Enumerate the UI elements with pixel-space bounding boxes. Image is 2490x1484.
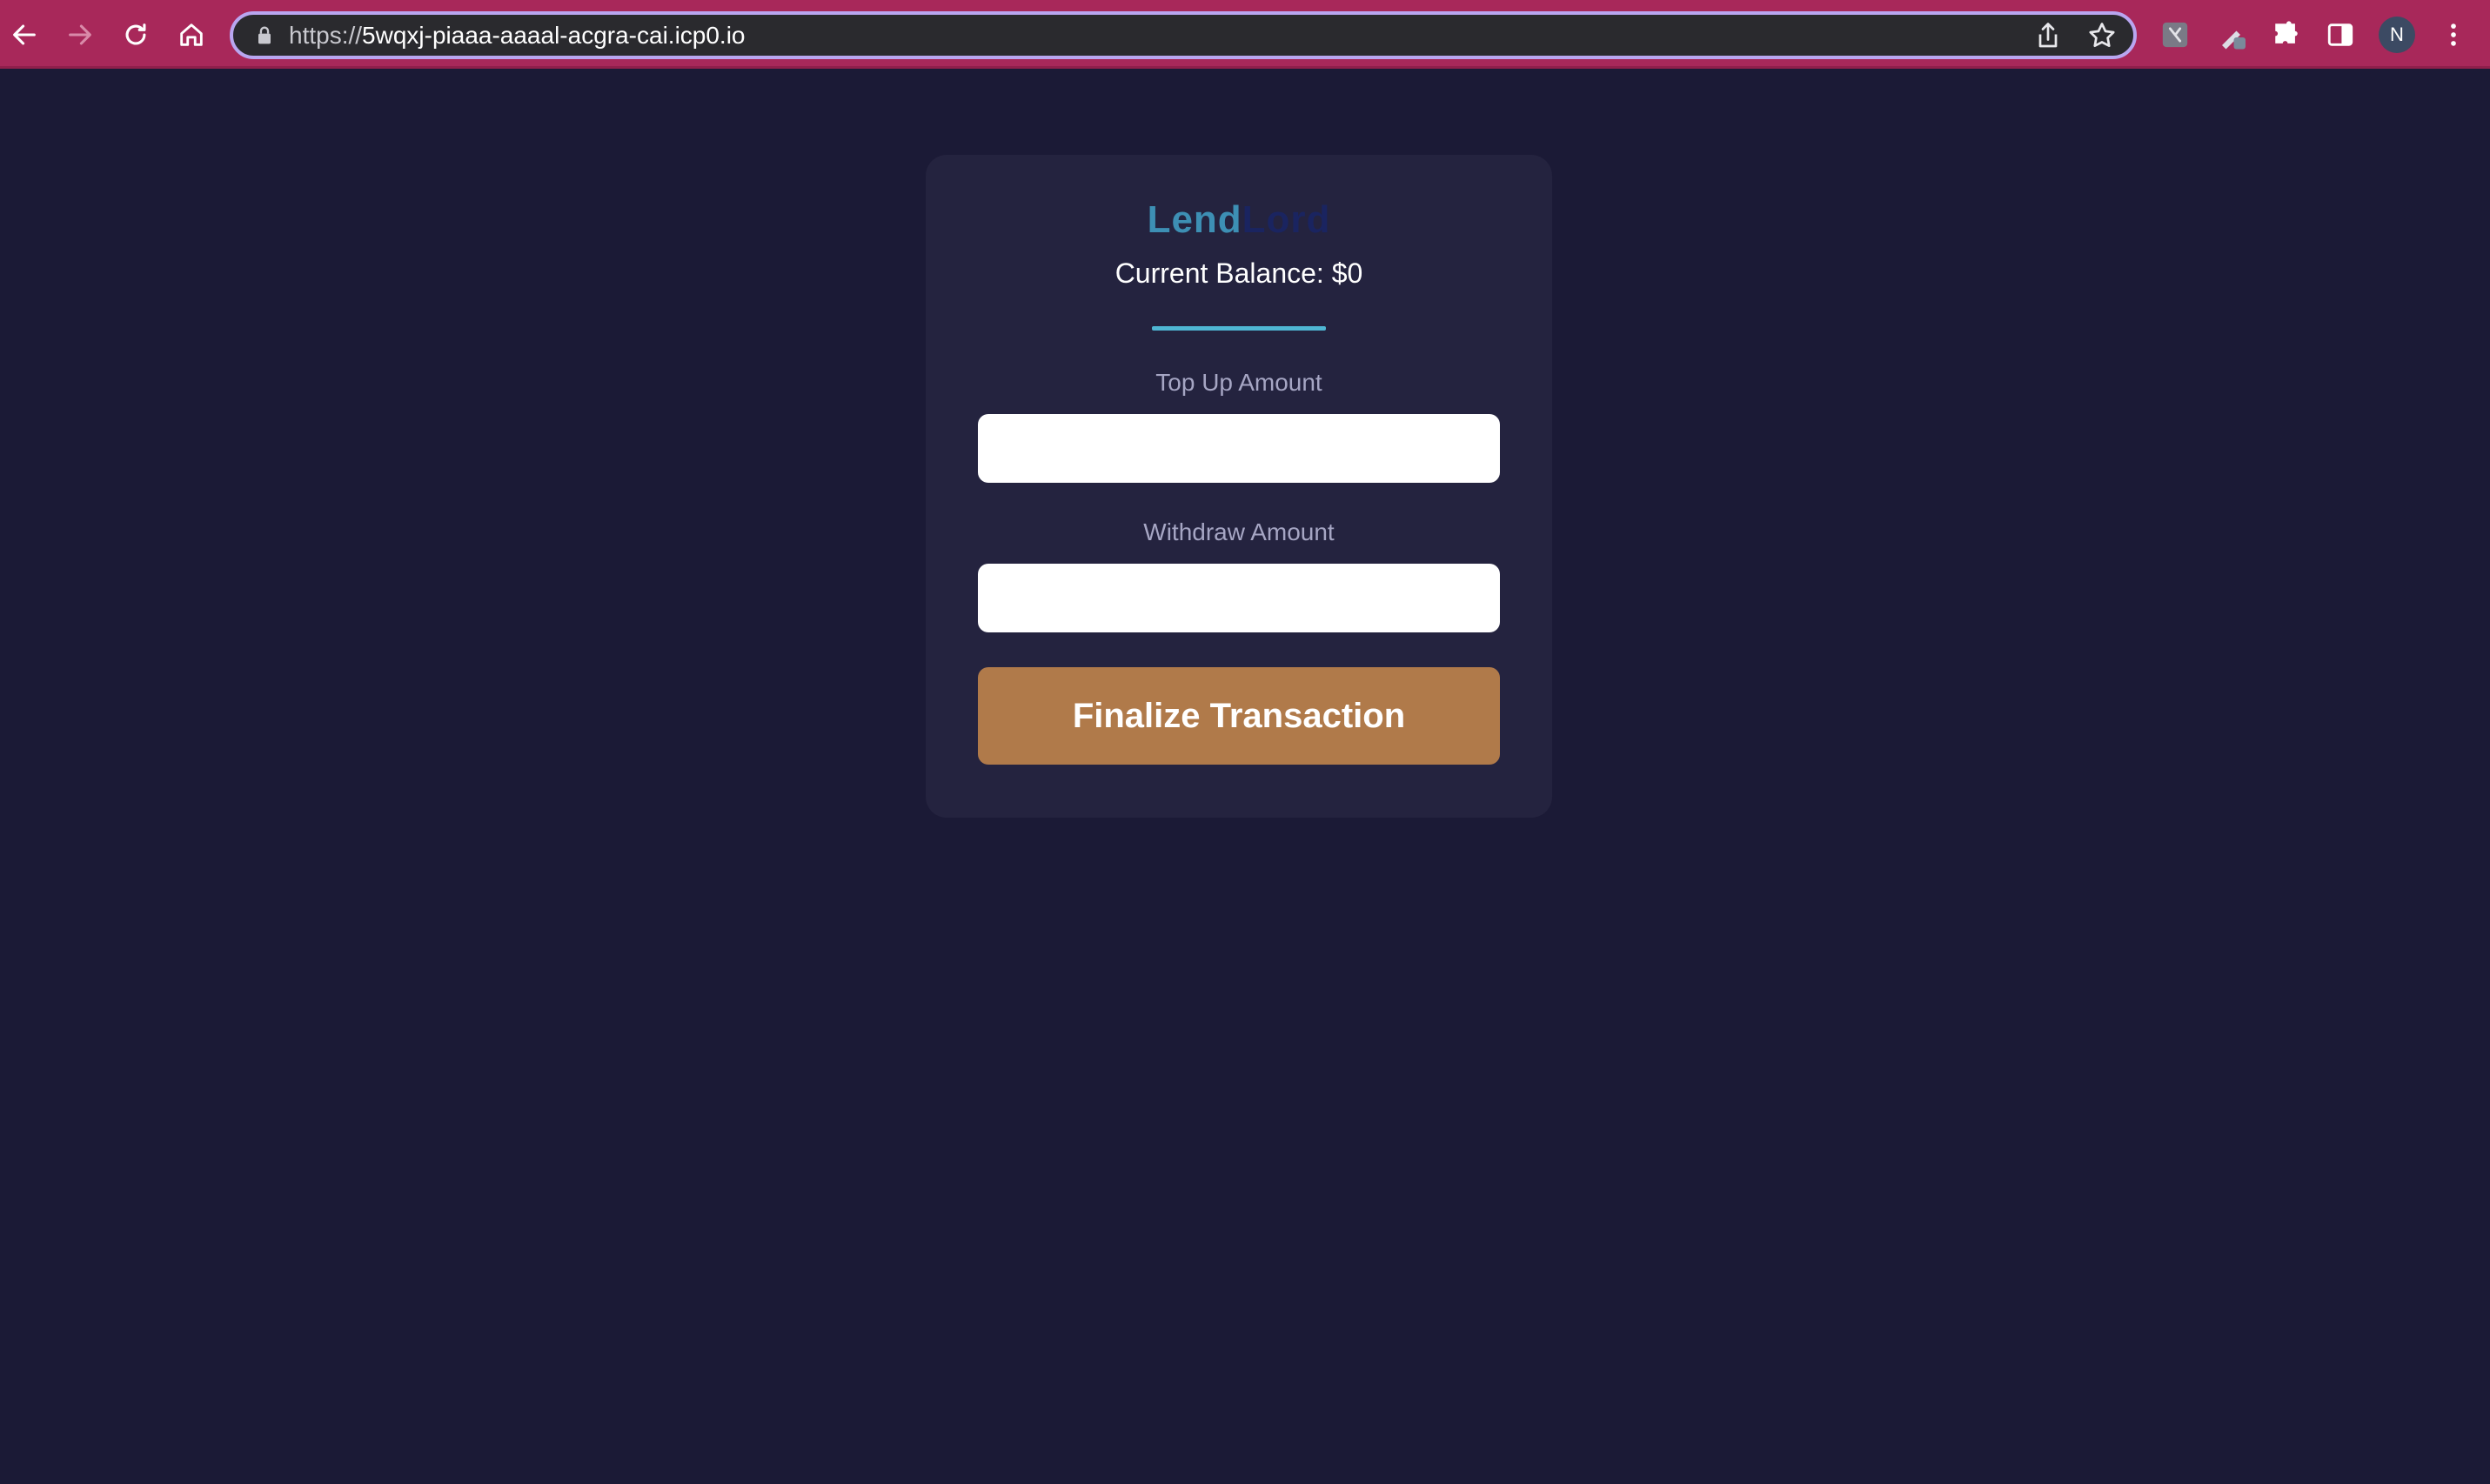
withdraw-label: Withdraw Amount <box>1143 518 1335 545</box>
finalize-transaction-button[interactable]: Finalize Transaction <box>978 667 1500 765</box>
side-panel-icon[interactable] <box>2323 17 2358 52</box>
top-up-label: Top Up Amount <box>1155 369 1322 396</box>
logo-part-lend: Lend <box>1147 198 1242 241</box>
bookmark-star-icon[interactable] <box>2086 20 2118 51</box>
profile-avatar[interactable]: N <box>2379 17 2415 53</box>
home-icon[interactable] <box>172 16 211 54</box>
url-scheme: https:// <box>289 22 363 49</box>
forward-arrow-icon[interactable] <box>61 16 99 54</box>
browser-toolbar: https://5wqxj-piaaa-aaaal-acgra-cai.icp0… <box>0 0 2490 69</box>
reload-icon[interactable] <box>117 16 155 54</box>
app-logo: LendLord <box>926 198 1552 242</box>
top-up-input[interactable] <box>978 414 1500 483</box>
more-menu-icon[interactable] <box>2436 17 2471 52</box>
logo-part-lord: Lord <box>1242 198 1331 241</box>
withdraw-input[interactable] <box>978 564 1500 632</box>
address-bar[interactable]: https://5wqxj-piaaa-aaaal-acgra-cai.icp0… <box>230 11 2137 59</box>
accent-divider <box>1152 326 1326 331</box>
current-balance: Current Balance: $0 <box>1114 257 1363 289</box>
extension-icon[interactable] <box>2158 17 2192 52</box>
url-text[interactable]: https://5wqxj-piaaa-aaaal-acgra-cai.icp0… <box>289 15 746 56</box>
puzzle-icon[interactable] <box>2269 17 2304 52</box>
back-arrow-icon[interactable] <box>5 16 44 54</box>
lock-icon[interactable] <box>252 23 277 48</box>
share-icon[interactable] <box>2032 20 2064 51</box>
pen-extension-icon[interactable] <box>2215 17 2250 52</box>
url-host: 5wqxj-piaaa-aaaal-acgra-cai.icp0.io <box>362 22 746 49</box>
transaction-card: LendLord Current Balance: $0 Top Up Amou… <box>926 155 1552 818</box>
